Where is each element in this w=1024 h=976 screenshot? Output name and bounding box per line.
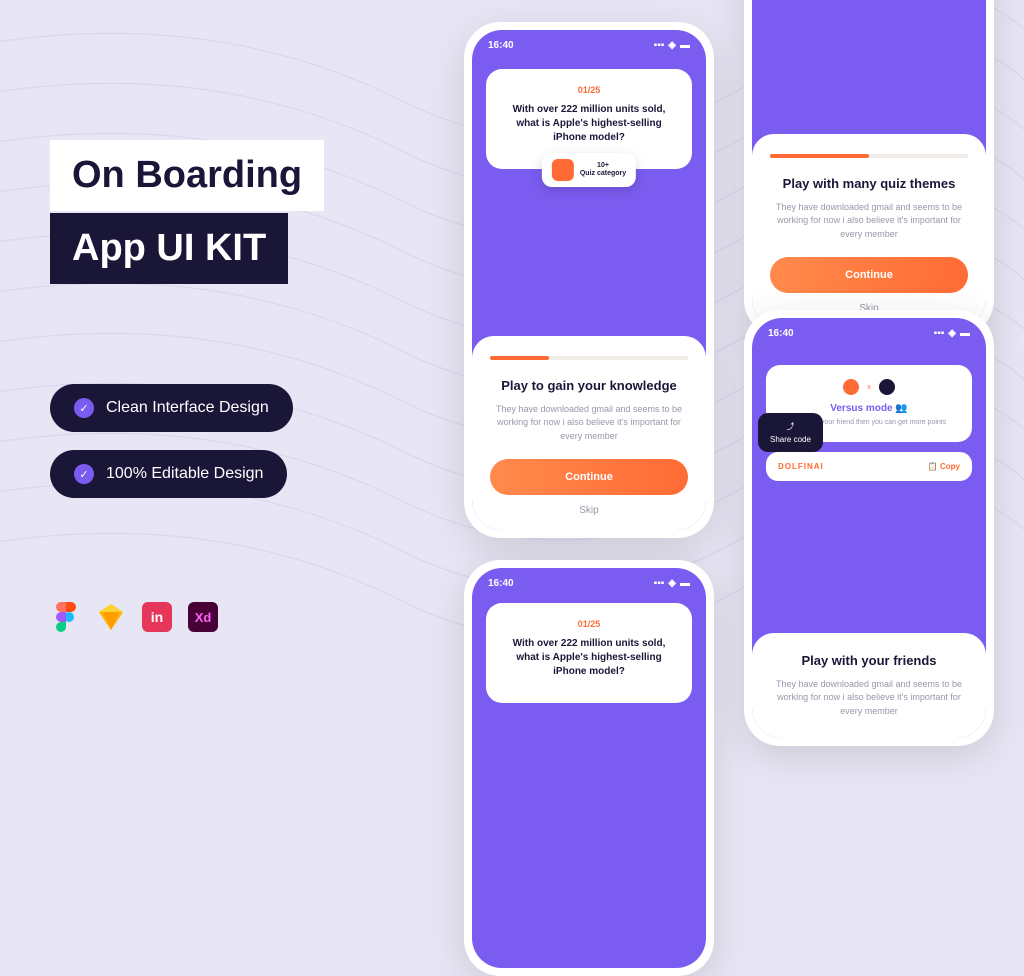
- feature-pill-1: ✓ Clean Interface Design: [50, 384, 293, 432]
- quiz-card: 01/25 With over 222 million units sold, …: [486, 69, 692, 169]
- marketing-panel: On Boarding App UI KIT ✓ Clean Interface…: [50, 140, 430, 516]
- title-line-1: On Boarding: [50, 140, 324, 211]
- onboard-description: They have downloaded gmail and seems to …: [490, 403, 688, 444]
- onboarding-card: Play with your friends They have downloa…: [752, 633, 986, 739]
- tool-icons-row: in Xd: [50, 602, 218, 632]
- category-icon: [552, 159, 574, 181]
- status-time: 16:40: [488, 578, 514, 589]
- quiz-counter: 01/25: [500, 85, 678, 95]
- quiz-category-badge: 10+ Quiz category: [542, 153, 636, 187]
- phone-mockup-3: 16:40 ▪▪▪ ◈ ▬ 01/25 With over 222 millio…: [464, 560, 714, 976]
- phones-mockup-area: 16:40 ▪▪▪ ◈ ▬ 01/25 With over 222 millio…: [454, 0, 1024, 682]
- check-icon: ✓: [74, 398, 94, 418]
- battery-icon: ▬: [680, 578, 690, 589]
- progress-bar: [490, 356, 688, 360]
- onboarding-card: Play with many quiz themes They have dow…: [752, 134, 986, 329]
- avatar-2: [879, 379, 895, 395]
- skip-link[interactable]: Skip: [490, 505, 688, 516]
- copy-button[interactable]: 📋 Copy: [928, 462, 960, 471]
- onboard-description: They have downloaded gmail and seems to …: [770, 201, 968, 242]
- feature-label: Clean Interface Design: [106, 399, 269, 417]
- title-text-1: On Boarding: [72, 154, 302, 196]
- status-bar: 16:40 ▪▪▪ ◈ ▬: [472, 568, 706, 595]
- battery-icon: ▬: [960, 328, 970, 339]
- sketch-icon: [96, 602, 126, 632]
- continue-button[interactable]: Continue: [490, 459, 688, 495]
- signal-icon: ▪▪▪: [654, 40, 665, 51]
- onboard-title: Play with your friends: [770, 653, 968, 668]
- wifi-icon: ◈: [668, 578, 676, 589]
- wifi-icon: ◈: [948, 328, 956, 339]
- status-bar: 16:40 ▪▪▪ ◈ ▬: [752, 318, 986, 345]
- quiz-question: With over 222 million units sold, what i…: [500, 103, 678, 145]
- signal-icon: ▪▪▪: [654, 578, 665, 589]
- phone-mockup-2: Play with many quiz themes They have dow…: [744, 0, 994, 336]
- quiz-card: 01/25 With over 222 million units sold, …: [486, 603, 692, 703]
- share-popup[interactable]: ⤴ Share code: [758, 413, 823, 452]
- progress-bar: [770, 154, 968, 158]
- badge-count: 10+: [580, 162, 626, 170]
- onboard-description: They have downloaded gmail and seems to …: [770, 678, 968, 719]
- avatar-1: [843, 379, 859, 395]
- battery-icon: ▬: [680, 40, 690, 51]
- title-line-2: App UI KIT: [50, 213, 288, 284]
- onboard-title: Play with many quiz themes: [770, 176, 968, 191]
- signal-icon: ▪▪▪: [934, 328, 945, 339]
- title-text-2: App UI KIT: [72, 227, 266, 269]
- onboarding-card: Play to gain your knowledge They have do…: [472, 336, 706, 531]
- code-value: DOLFINAI: [778, 462, 824, 471]
- check-icon: ✓: [74, 464, 94, 484]
- phone-mockup-1: 16:40 ▪▪▪ ◈ ▬ 01/25 With over 222 millio…: [464, 22, 714, 538]
- versus-mode-card: x Versus mode 👥 play with your friend th…: [766, 365, 972, 442]
- feature-pill-2: ✓ 100% Editable Design: [50, 450, 287, 498]
- onboard-title: Play to gain your knowledge: [490, 378, 688, 393]
- code-card: DOLFINAI 📋 Copy: [766, 452, 972, 481]
- invision-icon: in: [142, 602, 172, 632]
- phone-mockup-4: 16:40 ▪▪▪ ◈ ▬ x Versus mode 👥 play with …: [744, 310, 994, 746]
- status-bar: 16:40 ▪▪▪ ◈ ▬: [472, 30, 706, 57]
- features-list: ✓ Clean Interface Design ✓ 100% Editable…: [50, 384, 430, 498]
- status-time: 16:40: [768, 328, 794, 339]
- badge-label: Quiz category: [580, 170, 626, 178]
- wifi-icon: ◈: [668, 40, 676, 51]
- quiz-question: With over 222 million units sold, what i…: [500, 637, 678, 679]
- xd-icon: Xd: [188, 602, 218, 632]
- share-label: Share code: [770, 435, 811, 444]
- status-time: 16:40: [488, 40, 514, 51]
- quiz-counter: 01/25: [500, 619, 678, 629]
- versus-avatars: x: [778, 379, 960, 395]
- continue-button[interactable]: Continue: [770, 257, 968, 293]
- feature-label: 100% Editable Design: [106, 465, 263, 483]
- figma-icon: [50, 602, 80, 632]
- share-icon: ⤴: [786, 421, 794, 432]
